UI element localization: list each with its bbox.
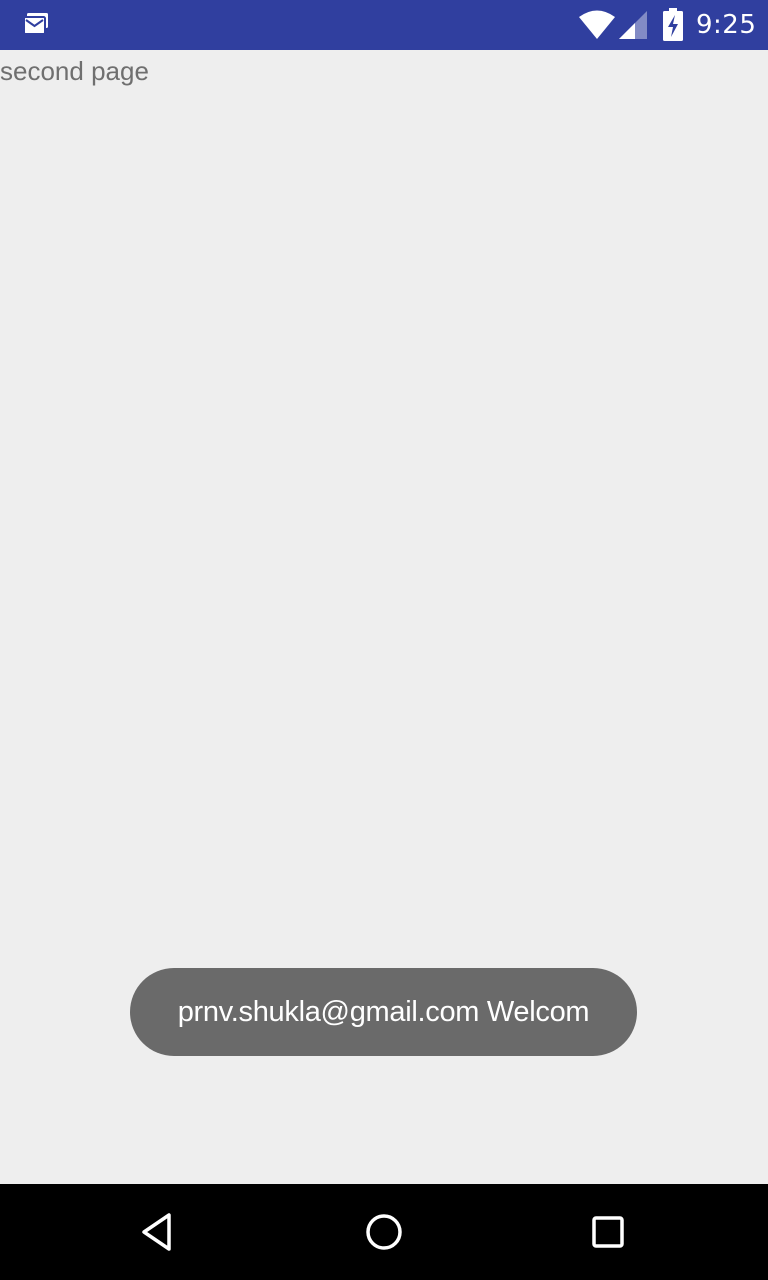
- status-clock: 9:25: [696, 10, 757, 40]
- notification-icon: [23, 13, 48, 35]
- battery-charging-icon: [663, 8, 683, 41]
- toast-text: prnv.shukla@gmail.com Welcom: [177, 995, 590, 1028]
- status-bar: 9:25: [0, 0, 768, 50]
- wifi-icon: [579, 10, 615, 39]
- recents-icon[interactable]: [584, 1208, 632, 1256]
- toast-message: prnv.shukla@gmail.com Welcom: [130, 968, 637, 1056]
- back-icon[interactable]: [136, 1208, 184, 1256]
- page-title: second page: [0, 56, 149, 86]
- navigation-bar: [0, 1184, 768, 1280]
- home-icon[interactable]: [360, 1208, 408, 1256]
- cell-signal-icon: [619, 11, 647, 39]
- screen: 9:25 second page prnv.shukla@gmail.com W…: [0, 0, 768, 1280]
